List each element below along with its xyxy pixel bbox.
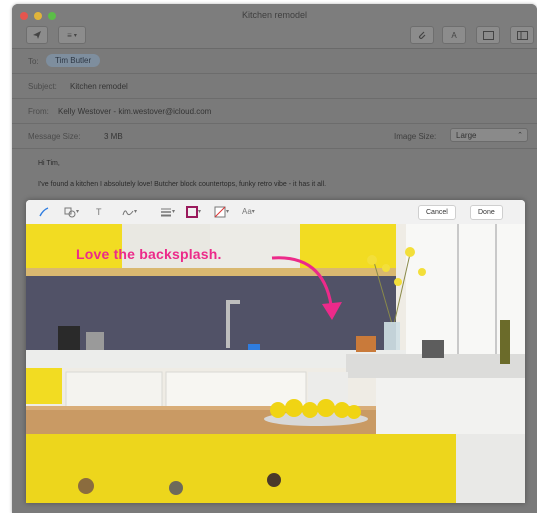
signature-icon: [122, 209, 134, 215]
image-size-select[interactable]: Large ⌃: [450, 128, 528, 142]
line-weight-icon: [161, 208, 171, 216]
body-greeting[interactable]: Hi Tim,: [38, 160, 60, 167]
image-size-value: Large: [456, 131, 477, 140]
photo-browser-button[interactable]: [476, 26, 500, 44]
sketch-pen-icon: [39, 206, 49, 216]
send-button[interactable]: [26, 26, 48, 44]
message-size-row: Message Size: 3 MB Image Size: Large ⌃: [12, 124, 537, 149]
recipient-token[interactable]: Tim Butler: [46, 54, 101, 67]
border-color-tool[interactable]: ▾: [186, 204, 201, 219]
chevron-down-icon: ▾: [134, 209, 138, 215]
sidebar-icon: [516, 30, 528, 40]
image-size-label: Image Size:: [394, 132, 437, 141]
cancel-button[interactable]: Cancel: [418, 205, 456, 220]
shapes-icon: [64, 207, 76, 217]
subject-row: Subject: Kitchen remodel: [12, 74, 537, 99]
to-label: To:: [28, 57, 39, 66]
signature-tool[interactable]: ▾: [122, 204, 137, 219]
chevron-down-icon: ▾: [172, 209, 176, 215]
text-style-tool[interactable]: Aa ▾: [242, 204, 255, 219]
annotation-text[interactable]: Love the backsplash.: [76, 246, 222, 262]
header-menu-icon: ≡: [67, 30, 72, 40]
chevron-down-icon: ▾: [198, 209, 202, 215]
paper-plane-icon: [33, 31, 41, 39]
markup-toolbar: ▾ T ▾ ▾ ▾ ▾ Aa ▾ Cancel Done: [26, 200, 525, 225]
text-tool-icon: T: [96, 206, 102, 217]
kitchen-photo[interactable]: Love the backsplash.: [26, 224, 525, 503]
sketch-tool[interactable]: [38, 204, 50, 219]
to-row: To: Tim Butler: [12, 49, 537, 74]
fill-color-tool[interactable]: ▾: [214, 204, 229, 219]
photo-icon: [482, 30, 494, 40]
paperclip-icon: [418, 31, 426, 40]
shapes-tool[interactable]: ▾: [64, 204, 79, 219]
chevron-down-icon: ▾: [76, 209, 80, 215]
subject-field[interactable]: Kitchen remodel: [70, 82, 128, 91]
from-label: From:: [28, 107, 49, 116]
attach-button[interactable]: [410, 26, 434, 44]
line-style-tool[interactable]: ▾: [160, 204, 175, 219]
text-style-icon: Aa: [242, 207, 252, 216]
text-tool[interactable]: T: [96, 204, 102, 219]
window-title: Kitchen remodel: [241, 10, 308, 20]
sidebar-button[interactable]: [510, 26, 534, 44]
format-icon: A: [451, 30, 457, 40]
title-bar: Kitchen remodel ≡ ▾ A: [12, 4, 537, 49]
subject-label: Subject:: [28, 82, 57, 91]
body-text[interactable]: I've found a kitchen I absolutely love! …: [38, 181, 326, 188]
chevron-down-icon: ▾: [226, 209, 230, 215]
done-button[interactable]: Done: [470, 205, 503, 220]
kitchen-photo-image: [26, 224, 525, 503]
chevron-updown-icon: ⌃: [517, 132, 523, 139]
chevron-down-icon: ▾: [251, 209, 255, 215]
format-button[interactable]: A: [442, 26, 466, 44]
message-size-value: 3 MB: [104, 132, 123, 141]
border-color-icon: [186, 205, 198, 218]
from-field[interactable]: Kelly Westover - kim.westover@icloud.com: [58, 107, 211, 116]
from-row: From: Kelly Westover - kim.westover@iclo…: [12, 99, 537, 124]
message-size-label: Message Size:: [28, 132, 81, 141]
header-fields-menu-button[interactable]: ≡ ▾: [58, 26, 86, 44]
chevron-down-icon: ▾: [73, 32, 77, 39]
markup-panel: ▾ T ▾ ▾ ▾ ▾ Aa ▾ Cancel Done Love the ba…: [26, 200, 525, 503]
fill-color-icon: [214, 206, 226, 217]
